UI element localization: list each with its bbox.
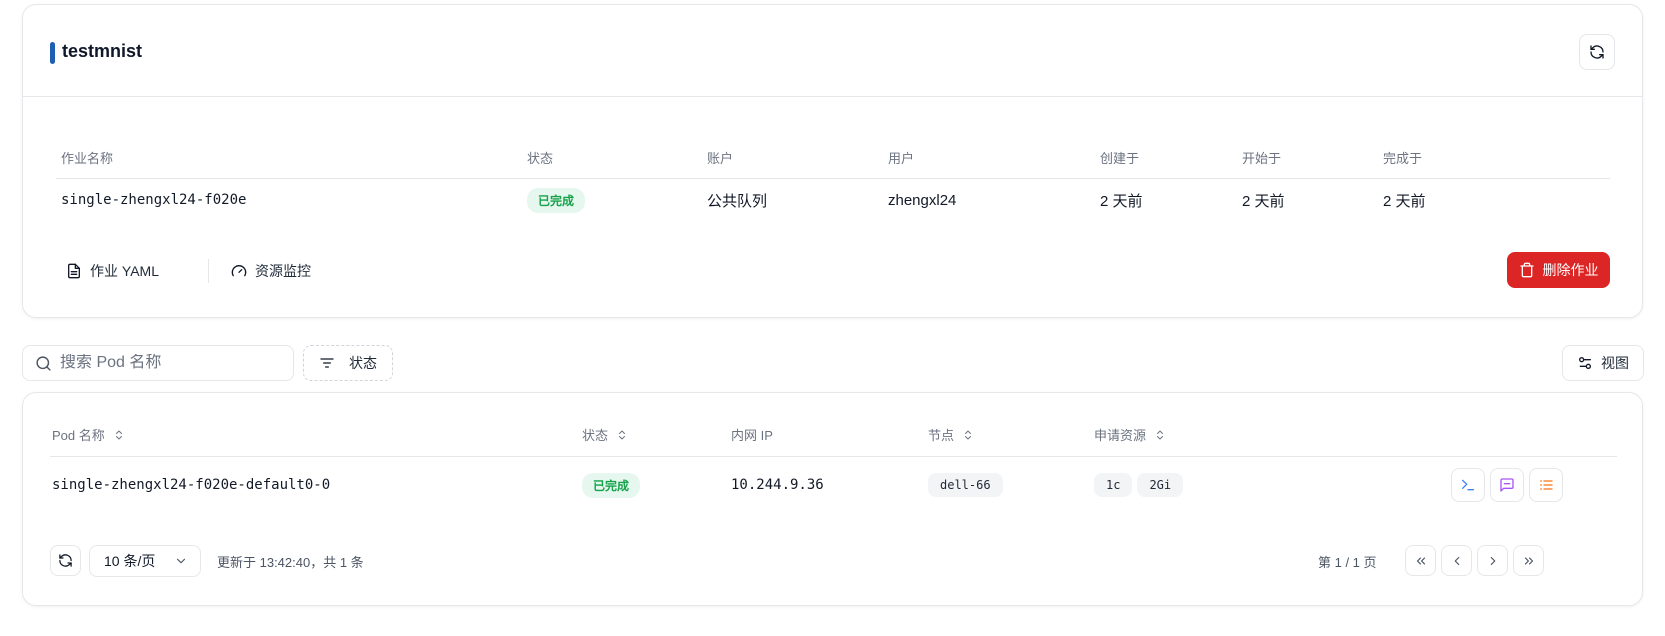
prev-page-button[interactable] (1441, 545, 1472, 576)
action-divider (208, 259, 209, 283)
pod-resources-cell: 1c 2Gi (1094, 457, 1184, 513)
col-user: 用户 (888, 151, 915, 166)
col-completed: 完成于 (1383, 151, 1423, 166)
pod-table-header: Pod 名称 状态 内网 IP 节点 申请资源 (50, 413, 1617, 457)
job-table-header: 作业名称 状态 账户 用户 创建于 开始于 完成于 (56, 137, 1610, 179)
sort-icon (1154, 429, 1166, 441)
pod-search (22, 345, 294, 381)
pod-ip: 10.244.9.36 (731, 477, 824, 493)
details-button[interactable] (1529, 468, 1563, 502)
next-page-button[interactable] (1477, 545, 1508, 576)
pod-name: single-zhengxl24-f020e-default0-0 (52, 477, 331, 493)
chevrons-left-icon (1416, 557, 1425, 564)
job-info-table: 作业名称 状态 账户 用户 创建于 开始于 完成于 single-zhengxl… (56, 137, 1610, 221)
resource-monitor-button[interactable]: 资源监控 (231, 253, 311, 289)
memory-chip: 2Gi (1137, 473, 1184, 497)
chevrons-right-icon (1524, 557, 1533, 564)
refresh-icon (1590, 45, 1604, 59)
pod-search-input[interactable] (60, 354, 280, 372)
col-pod-node[interactable]: 节点 (928, 413, 974, 456)
pod-table: Pod 名称 状态 内网 IP 节点 申请资源 single-zhengxl24… (50, 413, 1617, 513)
chevron-left-icon (1454, 556, 1459, 565)
updated-status: 更新于 13:42:40，共 1 条 (217, 554, 364, 570)
pod-node-cell: dell-66 (928, 457, 1003, 513)
job-card: testmnist 作业名称 状态 账户 用户 创建于 开始于 完成于 sing… (22, 4, 1643, 318)
refresh-icon (59, 554, 72, 567)
row-actions (1451, 468, 1563, 502)
pod-table-footer: 10 条/页 更新于 13:42:40，共 1 条 第 1 / 1 页 (50, 545, 1617, 579)
status-filter-label: 状态 (349, 355, 377, 371)
logs-button[interactable] (1490, 468, 1524, 502)
sliders-icon (1579, 357, 1591, 369)
job-account: 公共队列 (707, 192, 768, 210)
file-text-icon (68, 263, 80, 279)
col-pod-name-label: Pod 名称 (52, 428, 105, 443)
col-pod-name[interactable]: Pod 名称 (52, 413, 125, 456)
job-name: single-zhengxl24-f020e (61, 192, 247, 208)
message-icon (1500, 478, 1514, 492)
col-pod-ip: 内网 IP (731, 413, 773, 456)
terminal-button[interactable] (1451, 468, 1485, 502)
view-options-label: 视图 (1601, 355, 1629, 371)
job-created: 2 天前 (1100, 192, 1143, 210)
search-icon (36, 355, 51, 371)
filter-icon (320, 358, 334, 368)
col-pod-resources[interactable]: 申请资源 (1094, 413, 1166, 456)
job-yaml-button[interactable]: 作业 YAML (66, 253, 159, 289)
last-page-button[interactable] (1513, 545, 1544, 576)
pods-refresh-button[interactable] (50, 545, 81, 576)
job-refresh-button[interactable] (1579, 34, 1615, 70)
terminal-icon (1462, 479, 1474, 491)
chevron-down-icon (176, 558, 186, 564)
col-status: 状态 (527, 151, 554, 166)
cpu-chip: 1c (1094, 473, 1133, 497)
job-completed: 2 天前 (1383, 192, 1426, 210)
delete-job-label: 删除作业 (1542, 262, 1599, 278)
col-pod-status[interactable]: 状态 (582, 413, 628, 456)
node-chip: dell-66 (928, 473, 1003, 497)
sort-icon (616, 429, 628, 441)
status-filter-button[interactable]: 状态 (303, 345, 393, 381)
gauge-icon (231, 265, 247, 277)
pod-status-cell: 已完成 (582, 457, 641, 513)
first-page-button[interactable] (1405, 545, 1436, 576)
col-pod-status-label: 状态 (582, 428, 609, 443)
page-size-value: 10 条/页 (104, 553, 156, 569)
chevron-right-icon (1490, 556, 1495, 565)
job-title: testmnist (62, 41, 143, 61)
status-badge: 已完成 (527, 187, 586, 213)
trash-icon (1519, 262, 1534, 278)
job-actions: 作业 YAML 资源监控 删除作业 (56, 252, 1610, 289)
col-pod-node-label: 节点 (928, 428, 955, 443)
status-badge: 已完成 (582, 472, 641, 498)
col-job-name: 作业名称 (61, 151, 114, 166)
job-started: 2 天前 (1242, 192, 1285, 210)
job-status-cell: 已完成 (527, 179, 586, 221)
sort-icon (962, 429, 974, 441)
col-started: 开始于 (1242, 151, 1282, 166)
view-options-button[interactable]: 视图 (1562, 345, 1644, 381)
col-created: 创建于 (1100, 151, 1140, 166)
job-row: single-zhengxl24-f020e 已完成 公共队列 zhengxl2… (56, 179, 1610, 221)
job-user: zhengxl24 (888, 191, 957, 209)
resource-monitor-label: 资源监控 (255, 263, 311, 279)
pod-card: Pod 名称 状态 内网 IP 节点 申请资源 single-zhengxl24… (22, 392, 1643, 606)
sort-icon (113, 429, 125, 441)
table-row: single-zhengxl24-f020e-default0-0 已完成 10… (50, 457, 1617, 513)
job-header: testmnist (23, 5, 1642, 97)
page-info: 第 1 / 1 页 (1318, 554, 1377, 570)
job-yaml-label: 作业 YAML (90, 263, 159, 279)
page-size-select[interactable]: 10 条/页 (89, 545, 201, 577)
delete-job-button[interactable]: 删除作业 (1507, 252, 1610, 288)
title-accent-bar (50, 42, 55, 64)
col-pod-resources-label: 申请资源 (1094, 428, 1147, 443)
col-pod-ip-label: 内网 IP (731, 428, 773, 443)
list-icon (1540, 480, 1553, 490)
col-account: 账户 (707, 151, 734, 166)
